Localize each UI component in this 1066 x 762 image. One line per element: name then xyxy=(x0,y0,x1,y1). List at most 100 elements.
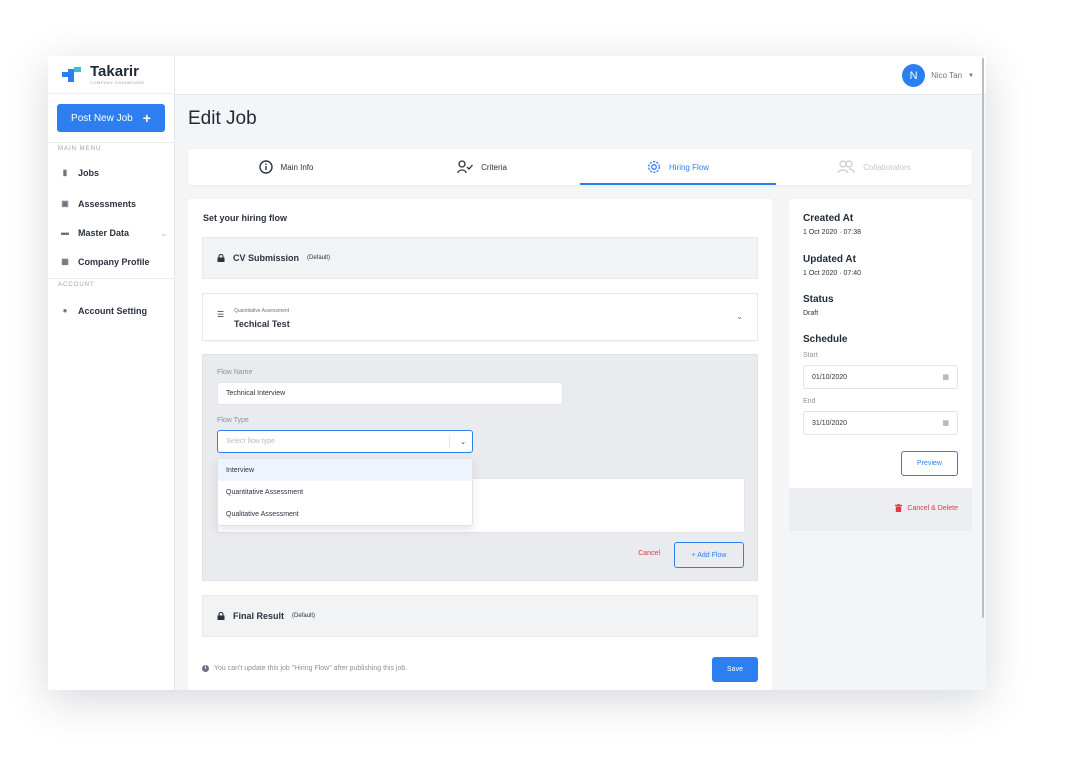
select-separator xyxy=(449,436,450,448)
account-label: ACCOUNT xyxy=(48,278,175,294)
save-button[interactable]: Save xyxy=(712,657,758,682)
tab-main-info[interactable]: Main Info xyxy=(188,149,384,185)
tab-criteria[interactable]: Criteria xyxy=(384,149,580,185)
sidebar-item-assessments[interactable]: ▣ Assessments xyxy=(48,193,175,215)
flow-type-placeholder: Select flow type xyxy=(226,438,276,445)
post-new-job-label: Post New Job xyxy=(71,112,133,124)
tab-label: Criteria xyxy=(481,162,507,172)
preview-button[interactable]: Preview xyxy=(901,451,958,476)
sidebar-item-label: Account Setting xyxy=(78,306,147,316)
step-name: CV Submission xyxy=(233,253,300,263)
tab-label: Hiring Flow xyxy=(668,162,709,172)
end-date-value: 31/10/2020 xyxy=(812,419,848,427)
chevron-down-icon: ⌄ xyxy=(460,439,466,446)
add-flow-button[interactable]: + Add Flow xyxy=(674,542,744,568)
cancel-delete-link[interactable]: Cancel & Delete xyxy=(895,504,958,512)
hiring-flow-card: Set your hiring flow CV Submission (Defa… xyxy=(188,199,772,690)
sidebar-item-label: Master Data xyxy=(78,228,130,238)
start-date-value: 01/10/2020 xyxy=(812,373,848,381)
schedule-label: Schedule xyxy=(803,334,848,345)
flow-type-select[interactable]: Select flow type ⌄ xyxy=(217,430,473,453)
sidebar-item-master-data[interactable]: ▬ Master Data ⌄ xyxy=(48,222,175,244)
details-footer: Cancel & Delete xyxy=(789,488,972,531)
user-settings-icon: ● xyxy=(62,306,68,315)
chevron-down-icon: ⌄ xyxy=(160,228,167,238)
topbar: N Nico Tan ▼ xyxy=(175,56,986,95)
sidebar-item-company-profile[interactable]: ▦ Company Profile xyxy=(48,251,175,273)
plus-icon: + xyxy=(142,110,151,126)
lock-icon xyxy=(217,612,225,620)
calendar-icon[interactable]: ▦ xyxy=(942,419,949,427)
caret-down-icon: ▼ xyxy=(968,72,974,79)
updated-at-value: 1 Oct 2020 · 07:40 xyxy=(803,270,861,277)
step-name: Final Result xyxy=(233,611,285,621)
flow-type-dropdown: Interview Quantitative Assessment Qualit… xyxy=(217,458,473,526)
clipboard-icon: ▣ xyxy=(61,199,69,208)
flow-item-type: Quantitative Assessment xyxy=(234,308,290,314)
sidebar-item-label: Jobs xyxy=(78,168,100,178)
tab-collaborators[interactable]: Collaborators xyxy=(776,149,972,185)
gear-icon xyxy=(648,161,660,173)
trash-icon xyxy=(895,504,903,512)
post-new-job-button[interactable]: Post New Job + xyxy=(57,104,165,132)
scrollbar[interactable] xyxy=(982,58,984,618)
flow-name-input[interactable]: Technical Interview xyxy=(217,382,563,405)
flow-type-label: Flow Type xyxy=(217,417,249,424)
status-value: Draft xyxy=(803,310,819,317)
sidebar: Takarir COMPANY DASHBOARD Post New Job +… xyxy=(48,56,175,690)
chevron-down-icon[interactable]: ⌄ xyxy=(736,312,743,321)
folder-icon: ▬ xyxy=(61,228,69,237)
end-date-input[interactable]: 31/10/2020 ▦ xyxy=(803,411,958,435)
flow-name-label: Flow Name xyxy=(217,369,253,376)
page-title: Edit Job xyxy=(188,108,257,129)
start-label: Start xyxy=(803,352,818,359)
tab-label: Main Info xyxy=(280,162,314,172)
default-tag: (Default) xyxy=(307,255,331,261)
default-tag: (Default) xyxy=(292,613,316,619)
option-quantitative-assessment[interactable]: Quantitative Assessment xyxy=(218,481,472,503)
briefcase-icon: ▮ xyxy=(62,168,68,177)
calendar-icon[interactable]: ▦ xyxy=(942,373,949,381)
user-name: Nico Tan xyxy=(931,71,963,80)
job-details-card: Created At 1 Oct 2020 · 07:38 Updated At… xyxy=(789,199,972,531)
app-window: Takarir COMPANY DASHBOARD Post New Job +… xyxy=(48,56,986,690)
updated-at-label: Updated At xyxy=(803,254,856,265)
created-at-value: 1 Oct 2020 · 07:38 xyxy=(803,229,861,236)
sidebar-item-jobs[interactable]: ▮ Jobs xyxy=(48,162,175,184)
main-menu-label: MAIN MENU xyxy=(48,142,175,158)
flow-item-name: Techical Test xyxy=(234,319,290,329)
tabs: Main Info Criteria Hiring Flow Collabora… xyxy=(188,149,972,185)
start-date-input[interactable]: 01/10/2020 ▦ xyxy=(803,365,958,389)
avatar: N xyxy=(902,64,926,87)
note-text: You can't update this job "Hiring Flow" … xyxy=(214,665,408,672)
status-label: Status xyxy=(803,294,834,305)
created-at-label: Created At xyxy=(803,213,854,224)
final-result-step: Final Result (Default) xyxy=(202,595,758,637)
card-title: Set your hiring flow xyxy=(203,213,288,223)
info-icon: i xyxy=(202,665,209,672)
drag-handle-icon[interactable]: ☰ xyxy=(217,310,224,319)
sidebar-item-account-setting[interactable]: ● Account Setting xyxy=(48,300,175,322)
tab-hiring-flow[interactable]: Hiring Flow xyxy=(580,149,776,185)
brand-name: Takarir xyxy=(90,63,139,80)
cancel-link[interactable]: Cancel xyxy=(638,550,660,557)
logo[interactable]: Takarir COMPANY DASHBOARD xyxy=(48,56,174,94)
user-menu[interactable]: N Nico Tan ▼ xyxy=(902,64,974,87)
option-interview[interactable]: Interview xyxy=(218,459,472,481)
lock-icon xyxy=(217,254,225,262)
publish-note: i You can't update this job "Hiring Flow… xyxy=(202,665,407,672)
cancel-delete-label: Cancel & Delete xyxy=(907,504,958,512)
person-check-icon xyxy=(457,160,474,174)
tab-label: Collaborators xyxy=(863,162,911,172)
users-icon xyxy=(837,160,855,174)
option-qualitative-assessment[interactable]: Qualitative Assessment xyxy=(218,503,472,525)
add-flow-form: Flow Name Technical Interview Flow Type … xyxy=(202,354,758,581)
flow-item-technical-test[interactable]: ☰ Quantitative Assessment Techical Test … xyxy=(202,293,758,341)
brand-subtitle: COMPANY DASHBOARD xyxy=(90,80,145,85)
end-label: End xyxy=(803,398,816,405)
sidebar-item-label: Assessments xyxy=(78,199,137,209)
sidebar-item-label: Company Profile xyxy=(78,257,150,267)
cv-submission-step: CV Submission (Default) xyxy=(202,237,758,279)
building-icon: ▦ xyxy=(61,257,69,266)
logo-mark-icon xyxy=(62,66,86,84)
